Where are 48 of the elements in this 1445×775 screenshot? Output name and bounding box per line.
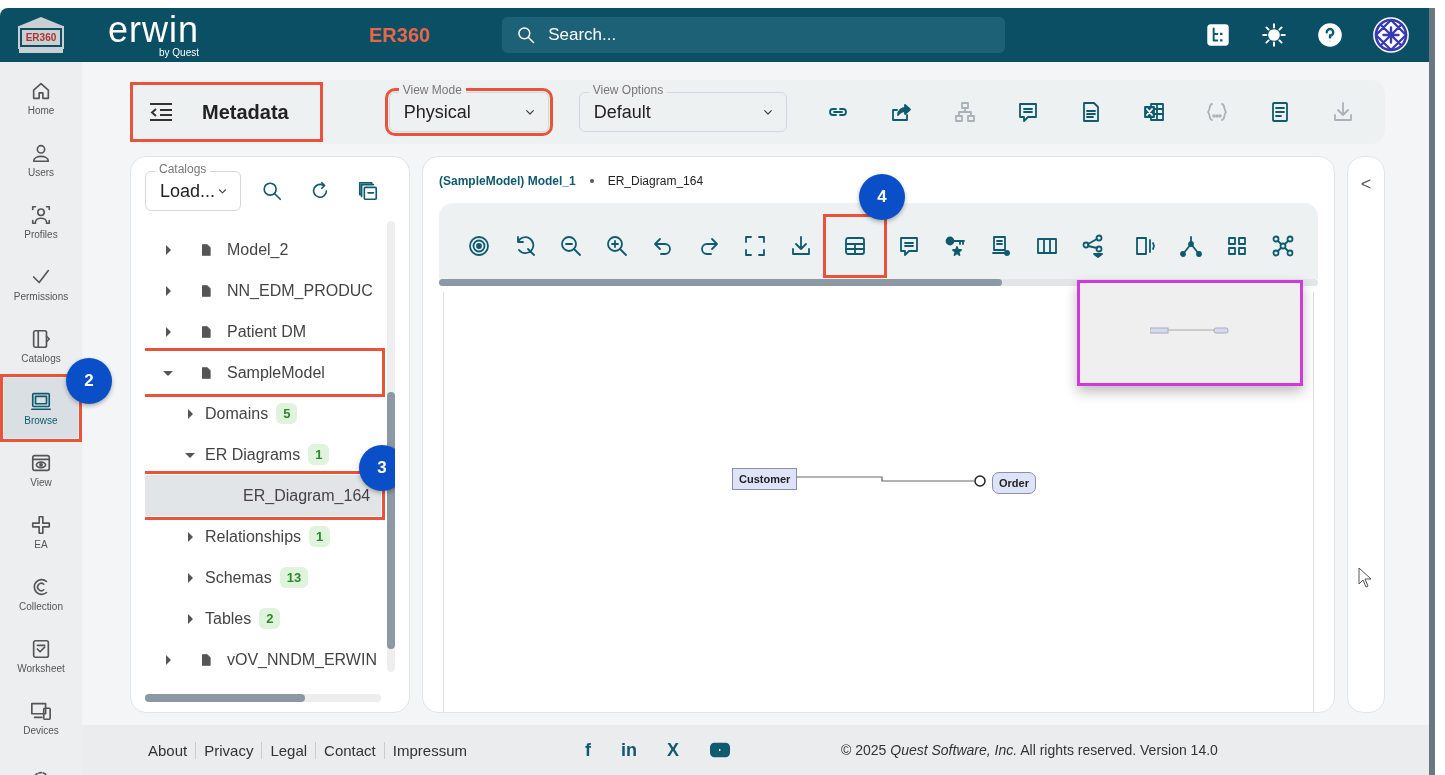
page-title: Metadata (202, 100, 289, 124)
social-link[interactable]: in (621, 739, 637, 761)
tree-item[interactable]: Schemas 13 (145, 557, 313, 598)
field-label: View Mode (398, 83, 466, 97)
nav-item[interactable]: Profiles (4, 192, 78, 252)
tree-item[interactable]: Relationships 1 (145, 516, 335, 557)
brand-logo: erwin by Quest (108, 12, 200, 58)
count-badge: 1 (308, 444, 330, 465)
social-link[interactable]: X (667, 739, 679, 761)
count-badge: 13 (279, 567, 309, 588)
field-label: View Options (588, 83, 668, 97)
tree-item[interactable]: Domains 5 (145, 393, 302, 434)
social-link[interactable]: f (585, 739, 591, 761)
breadcrumb-item: ER_Diagram_164 (607, 174, 704, 188)
nav-item[interactable]: Worksheet (4, 626, 78, 686)
tree-item[interactable]: SampleModel (145, 352, 381, 393)
tree-item[interactable]: ER Diagrams 1 (145, 434, 334, 475)
tree-item[interactable]: Model_2 (145, 229, 293, 270)
nav-item[interactable]: EA (4, 502, 78, 562)
count-badge: 1 (309, 526, 331, 547)
field-label: Catalogs (155, 162, 211, 176)
footer-link[interactable]: About (142, 741, 196, 759)
footer-link[interactable]: Contact (315, 741, 384, 759)
entity-box[interactable]: Order (992, 472, 1036, 494)
tree-item[interactable]: Tables 2 (145, 598, 285, 639)
nav-item[interactable]: View (4, 440, 78, 500)
step-badge: 2 (66, 358, 112, 404)
tree-item[interactable]: vOV_NNDM_ERWIN (145, 639, 381, 680)
nav-item[interactable]: Permissions (4, 254, 78, 314)
nav-item[interactable]: Devices (4, 688, 78, 748)
search-field[interactable]: Search... (502, 17, 1006, 53)
footer-link[interactable]: Privacy (195, 741, 262, 759)
count-badge: 2 (259, 608, 281, 629)
app-name: ER360 (369, 23, 431, 47)
nav-item[interactable]: Users (4, 130, 78, 190)
tree-item[interactable]: NN_EDM_PRODUC (145, 270, 377, 311)
logo: ER360 (19, 17, 63, 53)
footer-link[interactable]: Legal (261, 741, 316, 759)
nav-item[interactable]: Home (4, 68, 78, 128)
footer-link[interactable]: Impressum (383, 741, 475, 759)
collapse-button[interactable]: < (1354, 173, 1378, 196)
tree-item[interactable]: Patient DM (145, 311, 311, 352)
entity-box[interactable]: Customer (732, 468, 798, 490)
nav-item[interactable]: Collection (4, 564, 78, 624)
copyright-text: © 2025 Quest Software, Inc. All rights reserved. Version 14.0 (841, 742, 1218, 758)
count-badge: 5 (276, 403, 298, 424)
step-badge: 4 (859, 174, 905, 220)
breadcrumb-link[interactable]: (SampleModel) Model_1 (439, 174, 576, 188)
